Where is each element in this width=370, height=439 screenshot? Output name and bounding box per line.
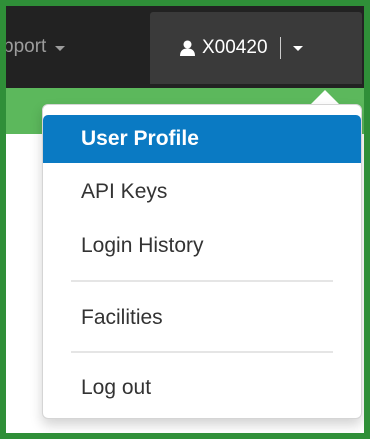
menu-item-api-keys[interactable]: API Keys [43, 168, 361, 216]
menu-item-log-out[interactable]: Log out [43, 364, 361, 412]
menu-divider [71, 280, 333, 282]
menu-item-user-profile[interactable]: User Profile [43, 115, 361, 163]
menu-divider [71, 351, 333, 353]
menu-item-label: User Profile [81, 127, 199, 150]
menu-item-label: Log out [81, 376, 152, 399]
menu-item-facilities[interactable]: Facilities [43, 294, 361, 342]
nav-support-dropdown[interactable]: pport [6, 6, 66, 88]
user-name: X00420 [202, 37, 268, 58]
menu-item-label: API Keys [81, 180, 168, 203]
menu-item-label: Facilities [81, 306, 163, 329]
menu-item-login-history[interactable]: Login History [43, 222, 361, 270]
top-navbar: pport X00420 [6, 6, 364, 88]
nav-support-label: pport [6, 36, 47, 57]
user-icon [180, 40, 195, 56]
dropdown-arrow [311, 90, 339, 104]
caret-down-icon [55, 45, 66, 51]
screenshot-frame: pport X00420 User Profile API Keys Login… [6, 6, 364, 433]
nav-user-dropdown-toggle[interactable]: X00420 [150, 12, 362, 84]
user-dropdown-menu: User Profile API Keys Login History Faci… [42, 104, 362, 419]
caret-down-icon[interactable] [292, 46, 303, 51]
toggle-divider [279, 37, 281, 59]
menu-item-label: Login History [81, 234, 204, 257]
